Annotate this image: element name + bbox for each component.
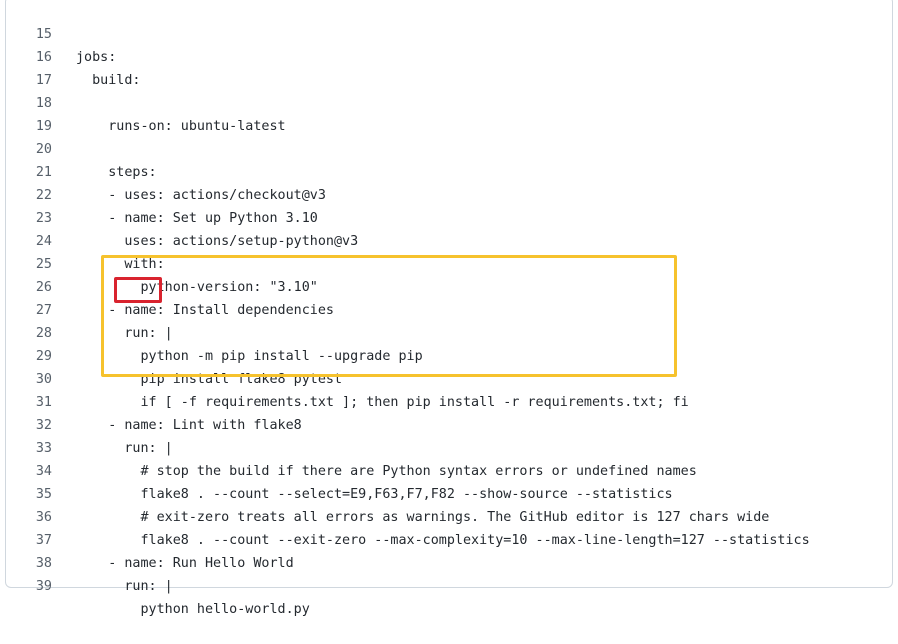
code-line: 39 python hello-world.py xyxy=(0,552,898,617)
code-line: 20 steps: xyxy=(0,115,898,180)
line-text: python hello-world.py xyxy=(76,602,310,617)
code-line: 23 uses: actions/setup-python@v3 xyxy=(0,184,898,249)
code-line: 33 # stop the build if there are Python … xyxy=(0,414,898,479)
code-line: 21 - uses: actions/checkout@v3 xyxy=(0,138,898,203)
code-line: 27 run: | xyxy=(0,276,898,341)
code-line: 29 pip install flake8 pytest xyxy=(0,322,898,387)
code-line: 28 python -m pip install --upgrade pip xyxy=(0,299,898,364)
code-line: 30 if [ -f requirements.txt ]; then pip … xyxy=(0,345,898,410)
code-line: 15 jobs: xyxy=(0,0,898,65)
code-line: 24 with: xyxy=(0,207,898,272)
code-line: 34 flake8 . --count --select=E9,F63,F7,F… xyxy=(0,437,898,502)
code-line: 25 python-version: "3.10" xyxy=(0,230,898,295)
code-line: 17 xyxy=(0,46,898,88)
code-line: 31 - name: Lint with flake8 xyxy=(0,368,898,433)
code-line: 32 run: | xyxy=(0,391,898,456)
code-line: 18 runs-on: ubuntu-latest xyxy=(0,69,898,134)
code-line: 38 run: | xyxy=(0,529,898,594)
code-line: 19 xyxy=(0,92,898,134)
code-line: 26 - name: Install dependencies xyxy=(0,253,898,318)
line-text: run: | xyxy=(76,579,173,594)
line-number[interactable]: 39 xyxy=(0,575,52,598)
code-viewer: 15 jobs: 16 build: 17 18 runs-on: ubuntu… xyxy=(0,0,898,617)
code-line: 22 - name: Set up Python 3.10 xyxy=(0,161,898,226)
code-line: 16 build: xyxy=(0,23,898,88)
code-line: 36 flake8 . --count --exit-zero --max-co… xyxy=(0,483,898,548)
code-line: 37 - name: Run Hello World xyxy=(0,506,898,571)
code-line: 35 # exit-zero treats all errors as warn… xyxy=(0,460,898,525)
